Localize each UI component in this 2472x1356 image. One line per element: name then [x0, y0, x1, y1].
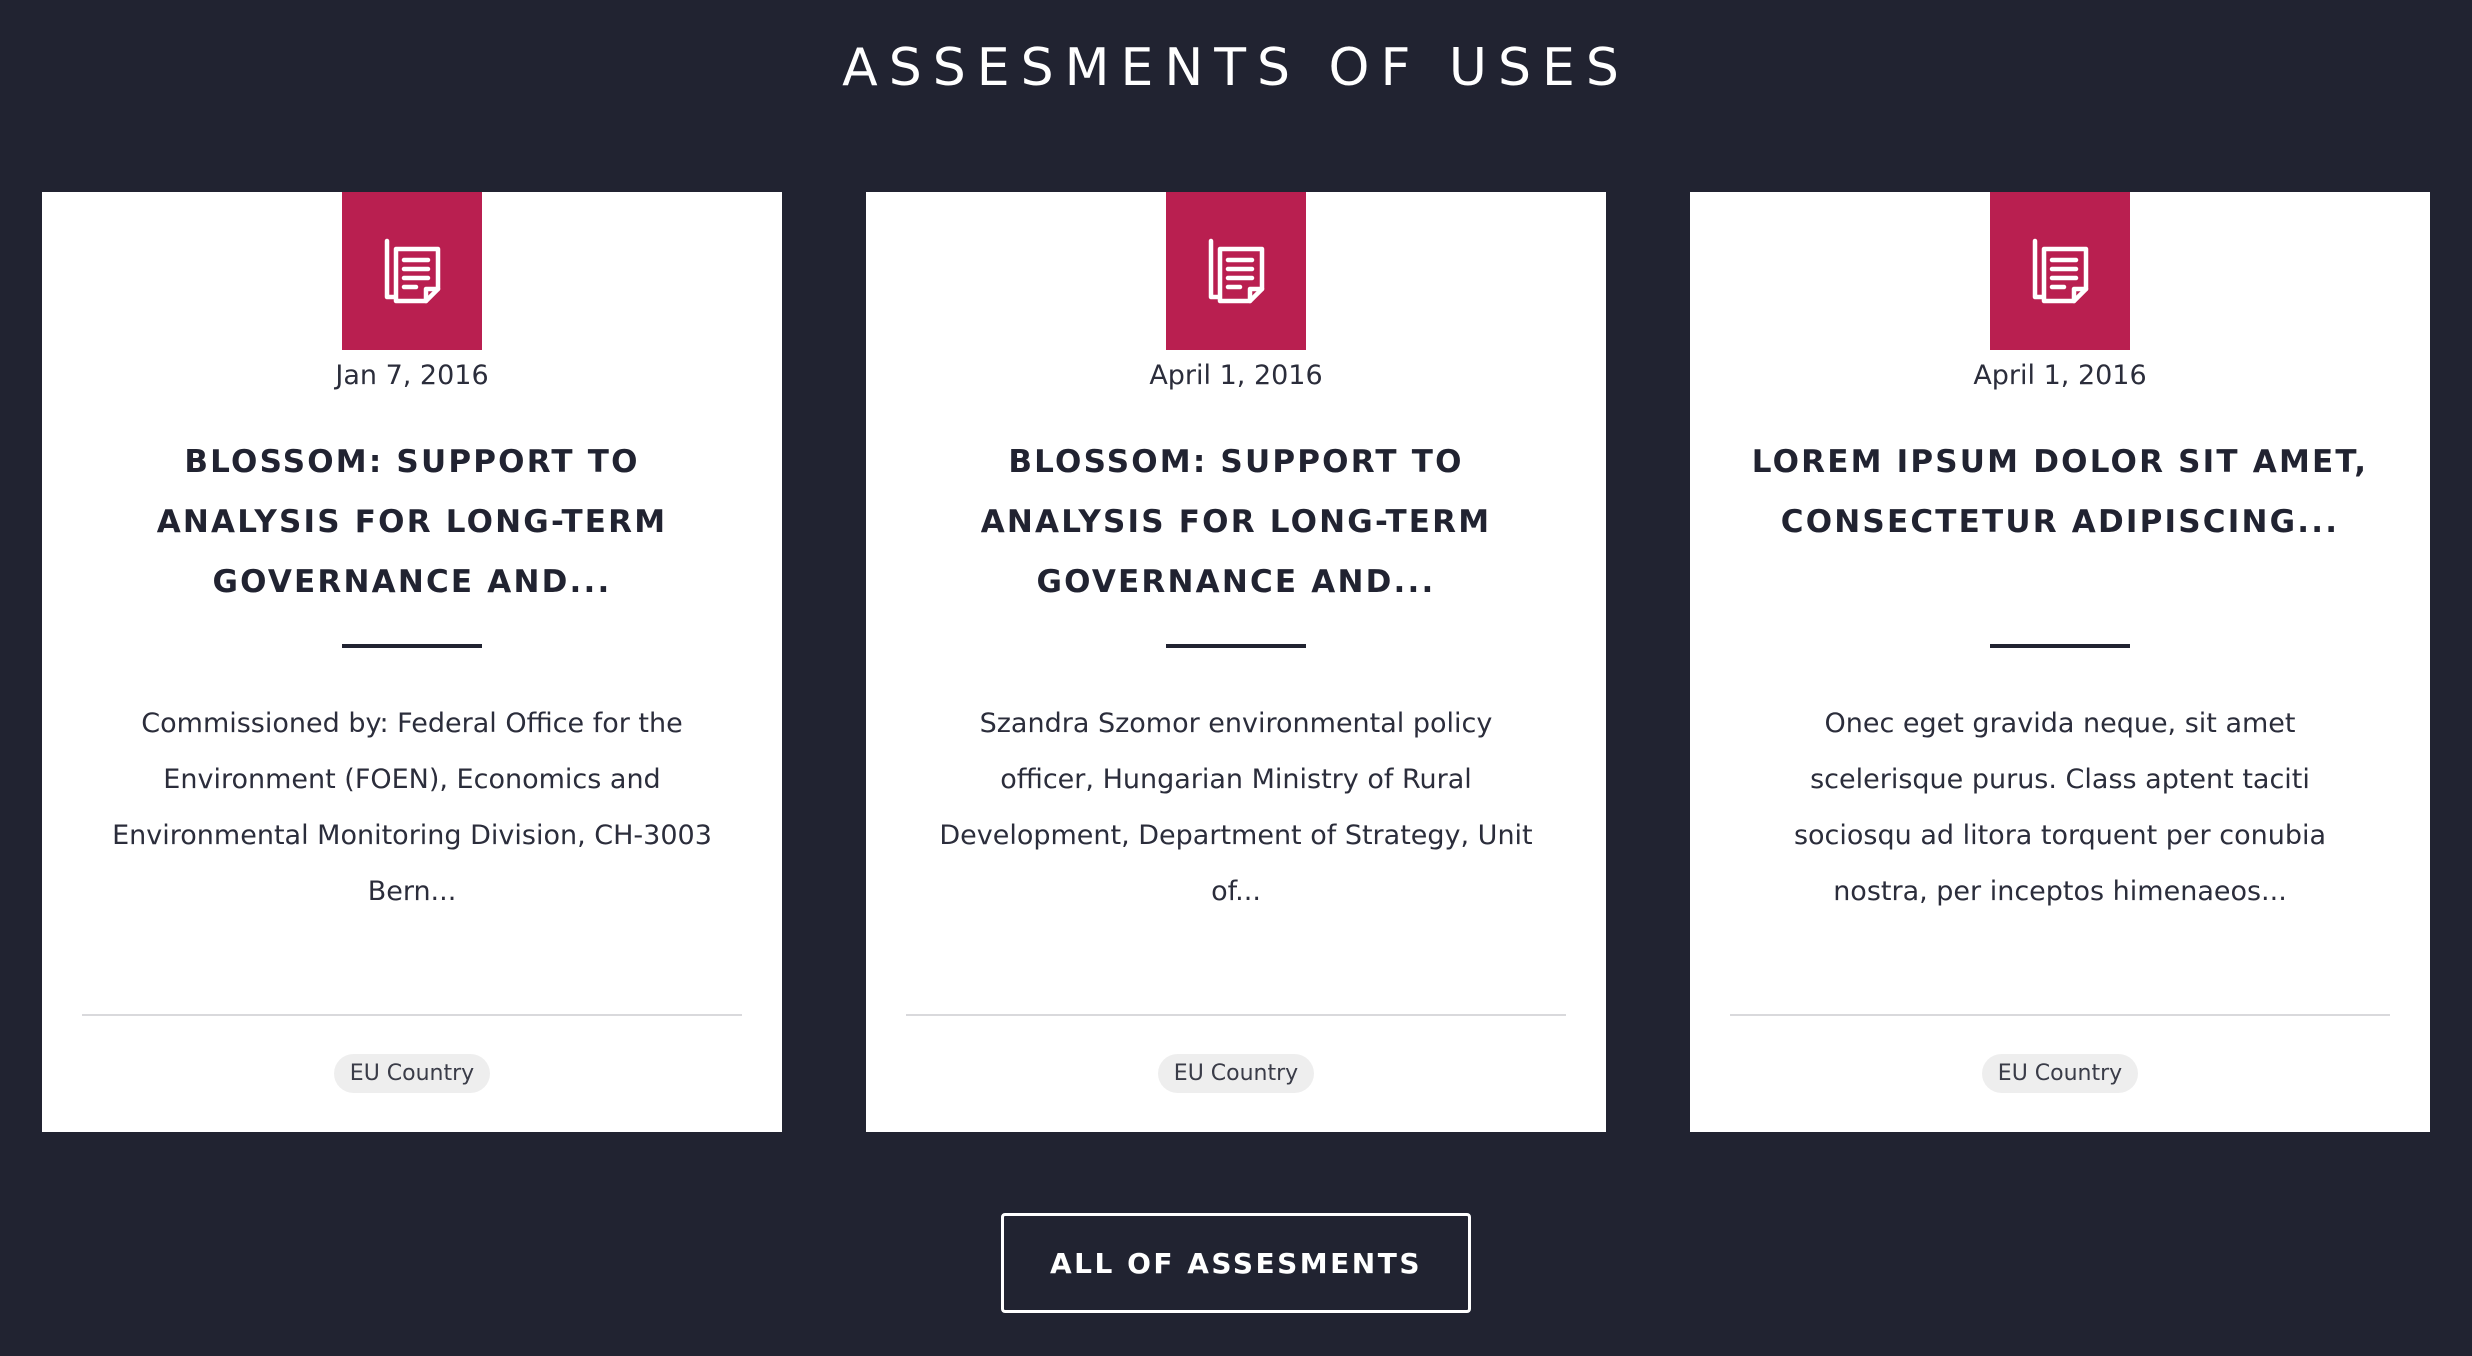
card-excerpt: Commissioned by: Federal Office for the …	[112, 708, 712, 907]
card-date: Jan 7, 2016	[335, 360, 489, 391]
assessment-cards: Jan 7, 2016 BLOSSOM: SUPPORT TO ANALYSIS…	[0, 192, 2472, 1132]
assessment-card[interactable]: April 1, 2016 LOREM IPSUM DOLOR SIT AMET…	[1690, 192, 2430, 1132]
card-date: April 1, 2016	[1973, 360, 2147, 391]
card-title[interactable]: LOREM IPSUM DOLOR SIT AMET, CONSECTETUR …	[1750, 432, 2370, 552]
tag-container: EU Country	[1690, 1054, 2430, 1093]
card-excerpt: Szandra Szomor environmental policy offi…	[939, 708, 1533, 907]
tag-eu-country[interactable]: EU Country	[1157, 1054, 1315, 1093]
assessment-card[interactable]: Jan 7, 2016 BLOSSOM: SUPPORT TO ANALYSIS…	[42, 192, 782, 1132]
tag-eu-country[interactable]: EU Country	[333, 1054, 491, 1093]
card-divider	[906, 1014, 1566, 1016]
title-underline	[1990, 644, 2130, 648]
tag-eu-country[interactable]: EU Country	[1981, 1054, 2139, 1093]
document-icon	[2032, 238, 2089, 304]
card-title[interactable]: BLOSSOM: SUPPORT TO ANALYSIS FOR LONG-TE…	[926, 432, 1546, 612]
card-date: April 1, 2016	[1149, 360, 1323, 391]
tag-container: EU Country	[866, 1054, 1606, 1093]
card-divider	[1730, 1014, 2390, 1016]
document-icon	[1208, 238, 1265, 304]
card-excerpt: Onec eget gravida neque, sit amet sceler…	[1793, 708, 2327, 907]
title-underline	[1166, 644, 1306, 648]
title-underline	[342, 644, 482, 648]
document-icon-badge	[342, 192, 482, 350]
tag-container: EU Country	[42, 1054, 782, 1093]
section-title: ASSESMENTS OF USES	[842, 38, 1630, 98]
card-title[interactable]: BLOSSOM: SUPPORT TO ANALYSIS FOR LONG-TE…	[102, 432, 722, 612]
card-divider	[82, 1014, 742, 1016]
all-assessments-button[interactable]: ALL OF ASSESMENTS	[1001, 1213, 1471, 1313]
assessment-card[interactable]: April 1, 2016 BLOSSOM: SUPPORT TO ANALYS…	[866, 192, 1606, 1132]
document-icon-badge	[1990, 192, 2130, 350]
document-icon	[384, 238, 441, 304]
document-icon-badge	[1166, 192, 1306, 350]
